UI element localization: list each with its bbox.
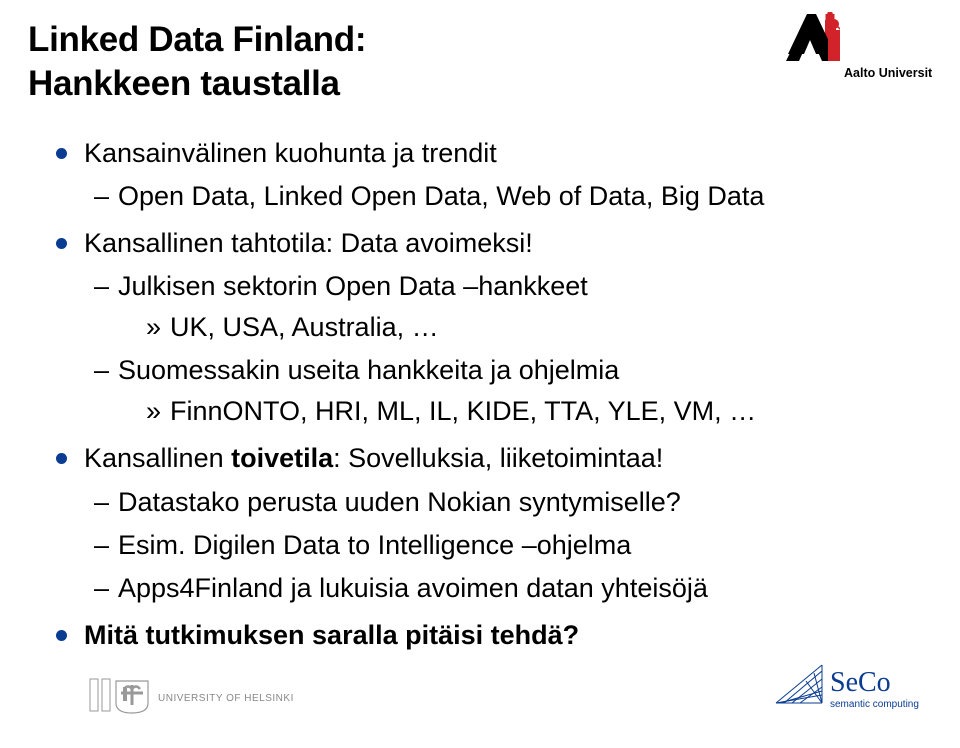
bullet-2-sub1: Julkisen sektorin Open Data –hankkeet UK… <box>94 267 932 347</box>
bullet-3-sub2: Esim. Digilen Data to Intelligence –ohje… <box>94 526 932 565</box>
svg-text:Aalto University: Aalto University <box>844 66 932 80</box>
footer: UNIVERSITY OF HELSINKI SeCo sema <box>0 668 960 738</box>
seco-sub: semantic computing <box>830 699 919 710</box>
bullet-1: Kansainvälinen kuohunta ja trendit Open … <box>56 134 932 216</box>
bullet-2-sub2a: FinnONTO, HRI, ML, IL, KIDE, TTA, YLE, V… <box>146 392 932 431</box>
aalto-logo: Aalto University <box>782 12 932 92</box>
helsinki-text: UNIVERSITY OF HELSINKI <box>158 693 294 704</box>
bullet-3-prefix: Kansallinen <box>84 443 231 473</box>
bullet-2-sub1a: UK, USA, Australia, … <box>146 308 932 347</box>
bullet-2: Kansallinen tahtotila: Data avoimeksi! J… <box>56 224 932 432</box>
seco-logo: SeCo semantic computing <box>772 661 932 728</box>
bullet-list: Kansainvälinen kuohunta ja trendit Open … <box>28 134 932 656</box>
bullet-4-text: Mitä tutkimuksen saralla pitäisi tehdä? <box>84 620 579 650</box>
bullet-3-sub1: Datastako perusta uuden Nokian syntymise… <box>94 483 932 522</box>
seco-text: SeCo <box>830 667 891 698</box>
bullet-3-sub3: Apps4Finland ja lukuisia avoimen datan y… <box>94 569 932 608</box>
bullet-1-text: Kansainvälinen kuohunta ja trendit <box>84 138 497 168</box>
bullet-3-strong: toivetila <box>231 443 333 473</box>
bullet-2-sub2: Suomessakin useita hankkeita ja ohjelmia… <box>94 351 932 431</box>
helsinki-logo: UNIVERSITY OF HELSINKI <box>88 673 308 726</box>
slide: Aalto University Linked Data Finland: Ha… <box>0 0 960 748</box>
bullet-2-text: Kansallinen tahtotila: Data avoimeksi! <box>84 228 533 258</box>
bullet-3: Kansallinen toivetila: Sovelluksia, liik… <box>56 439 932 608</box>
bullet-3-suffix: : Sovelluksia, liiketoimintaa! <box>333 443 663 473</box>
bullet-4: Mitä tutkimuksen saralla pitäisi tehdä? <box>56 616 932 655</box>
bullet-1-sub1: Open Data, Linked Open Data, Web of Data… <box>94 177 932 216</box>
